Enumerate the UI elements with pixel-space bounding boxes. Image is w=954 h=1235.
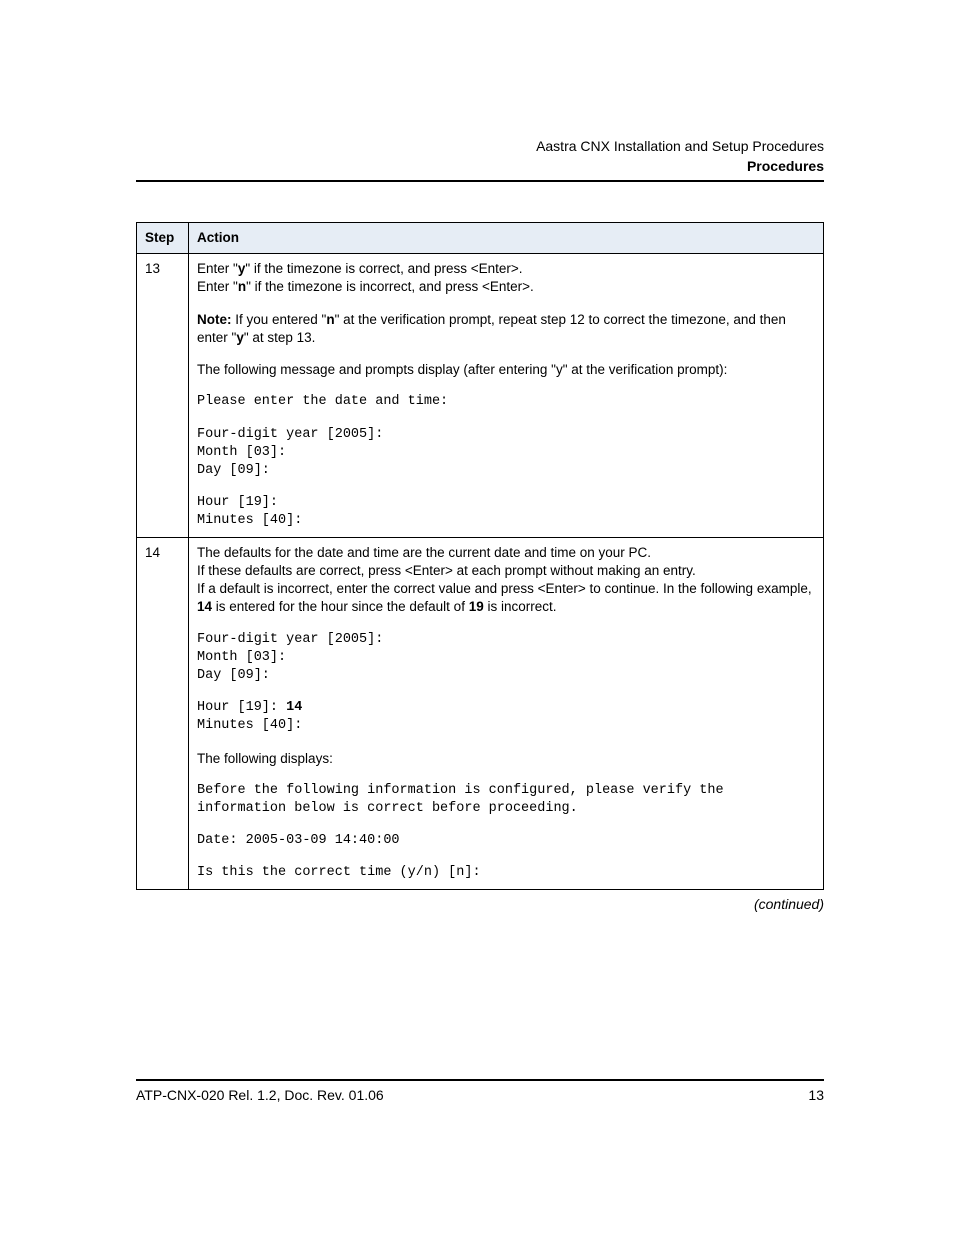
page: Aastra CNX Installation and Setup Proced… (0, 0, 954, 1235)
code-block: Please enter the date and time: (197, 393, 815, 411)
code-block: Is this the correct time (y/n) [n]: (197, 864, 815, 882)
code-block: Hour [19]: Minutes [40]: (197, 494, 815, 530)
footer-page-number: 13 (808, 1087, 824, 1103)
step-number: 14 (137, 537, 189, 889)
header-rule (136, 180, 824, 182)
code-block: Hour [19]: 14 Minutes [40]: (197, 699, 815, 735)
steps-table: Step Action 13 Enter "y" if the timezone… (136, 222, 824, 890)
code-block: Before the following information is conf… (197, 782, 815, 818)
section-title: Procedures (136, 158, 824, 174)
code-block: Date: 2005-03-09 14:40:00 (197, 832, 815, 850)
footer-rule (136, 1079, 824, 1081)
table-row: 14 The defaults for the date and time ar… (137, 537, 824, 889)
page-header: Aastra CNX Installation and Setup Proced… (136, 138, 824, 174)
table-row: 13 Enter "y" if the timezone is correct,… (137, 254, 824, 537)
code-block: Four-digit year [2005]: Month [03]: Day … (197, 426, 815, 481)
continued-label: (continued) (136, 896, 824, 912)
code-block: Four-digit year [2005]: Month [03]: Day … (197, 631, 815, 686)
col-header-action: Action (189, 223, 824, 254)
col-header-step: Step (137, 223, 189, 254)
step-action: Enter "y" if the timezone is correct, an… (189, 254, 824, 537)
step-action: The defaults for the date and time are t… (189, 537, 824, 889)
page-footer: ATP-CNX-020 Rel. 1.2, Doc. Rev. 01.06 13 (136, 1079, 824, 1103)
doc-title: Aastra CNX Installation and Setup Proced… (136, 138, 824, 154)
footer-doc-id: ATP-CNX-020 Rel. 1.2, Doc. Rev. 01.06 (136, 1087, 384, 1103)
step-number: 13 (137, 254, 189, 537)
